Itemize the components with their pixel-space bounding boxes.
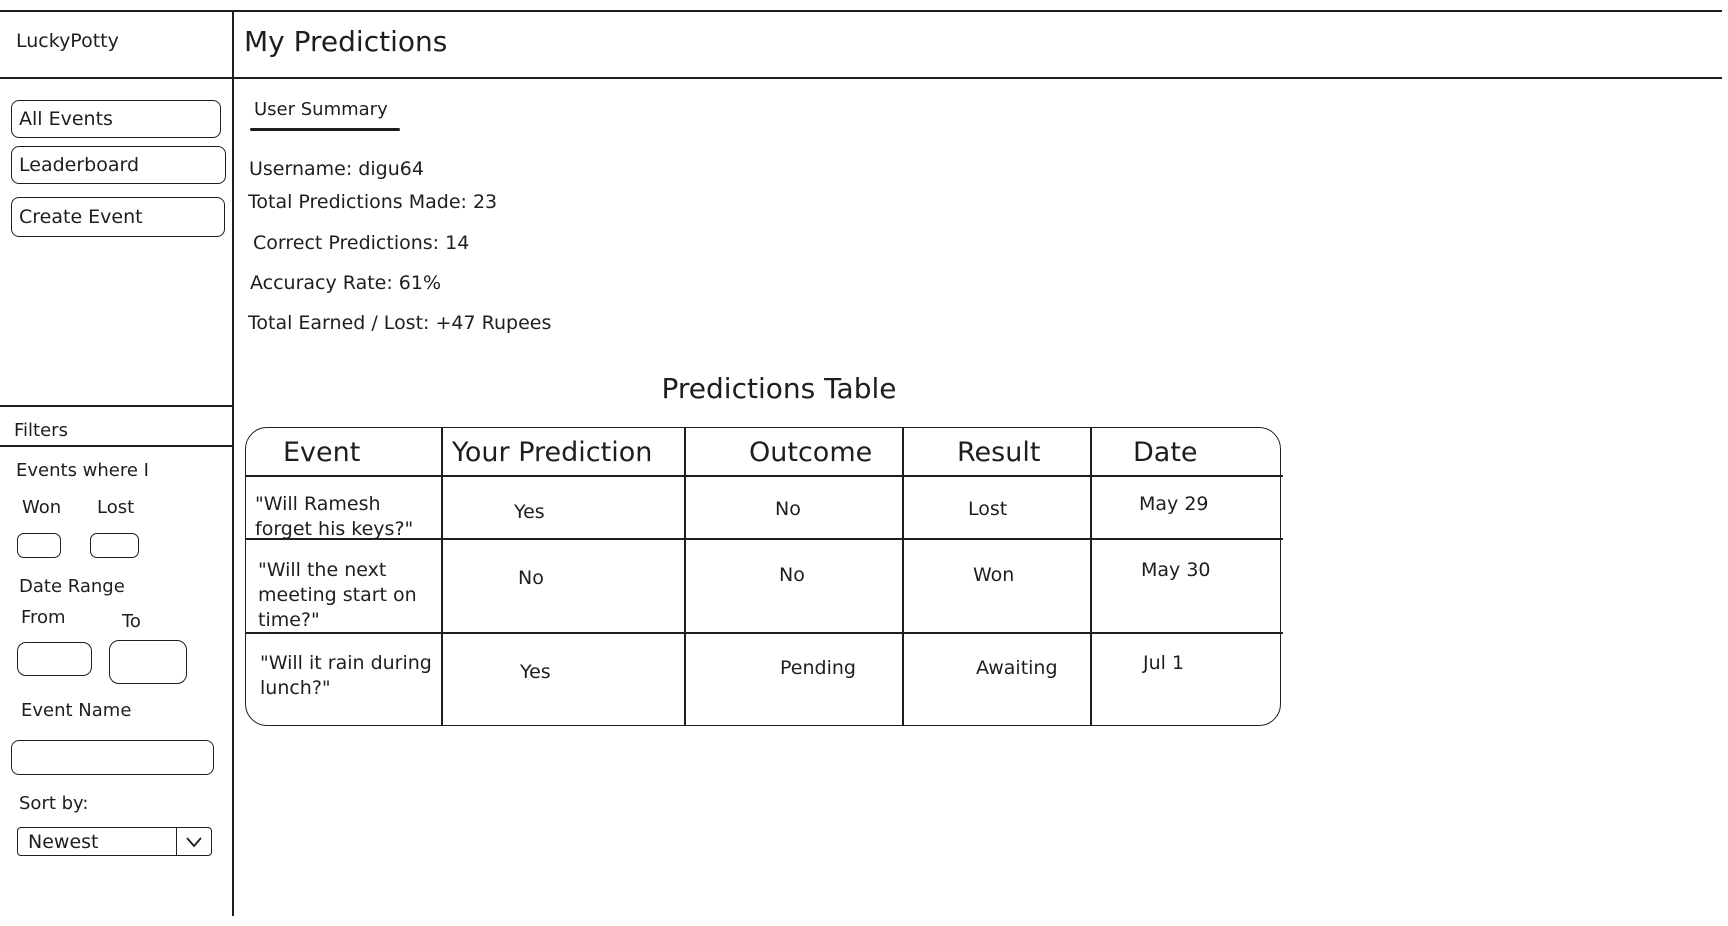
summary-username: Username: digu64 (249, 158, 424, 180)
lost-checkbox[interactable] (90, 533, 139, 558)
table-row-2-prediction: No (518, 567, 544, 589)
user-summary-tab[interactable]: User Summary (254, 99, 388, 120)
user-summary-tab-underline (250, 128, 400, 131)
date-range-label: Date Range (19, 576, 125, 597)
table-row-3-prediction: Yes (520, 661, 551, 683)
date-from-input[interactable] (17, 642, 92, 676)
sort-select[interactable]: Newest (17, 827, 212, 856)
table-col-rule-2 (684, 427, 686, 726)
predictions-table-title: Predictions Table (661, 372, 897, 405)
filters-top-divider (0, 405, 232, 407)
filters-title: Filters (14, 420, 68, 441)
nav-all-events-button[interactable]: All Events (11, 100, 221, 138)
table-row-3-date: Jul 1 (1143, 652, 1185, 674)
table-header-rule (245, 475, 1283, 477)
event-name-label: Event Name (21, 700, 132, 721)
table-row-2-event-line-1: "Will the next (258, 559, 387, 581)
table-row-1-result: Lost (968, 498, 1008, 520)
table-row-3-result: Awaiting (976, 657, 1058, 679)
table-col-rule-1 (441, 427, 443, 726)
table-row-3-event-line-2: lunch?" (260, 677, 331, 699)
table-row-1-event: "Will Ramesh forget his keys?" (255, 492, 413, 542)
table-col-rule-3 (902, 427, 904, 726)
table-row-2-event: "Will the next meeting start on time?" (258, 558, 417, 633)
nav-all-events-label: All Events (19, 108, 113, 130)
table-row-2-date: May 30 (1141, 559, 1211, 581)
table-row-1-date: May 29 (1139, 493, 1209, 515)
filters-title-divider (0, 445, 232, 447)
nav-create-event-label: Create Event (19, 206, 143, 228)
won-label: Won (22, 497, 62, 518)
won-checkbox[interactable] (17, 533, 61, 558)
table-row-3-event: "Will it rain during lunch?" (260, 651, 432, 701)
sort-by-label: Sort by: (19, 793, 89, 814)
table-col-rule-4 (1090, 427, 1092, 726)
table-row-3-outcome: Pending (780, 657, 856, 679)
header-outcome: Outcome (749, 437, 873, 468)
table-row-1-event-line-2: forget his keys?" (255, 518, 414, 540)
lost-label: Lost (97, 497, 135, 518)
header-your-prediction: Your Prediction (452, 437, 653, 468)
nav-create-event-button[interactable]: Create Event (11, 197, 225, 237)
header-date: Date (1133, 437, 1198, 468)
app-logo: LuckyPotty (16, 30, 119, 52)
table-row-1-outcome: No (775, 498, 801, 520)
chevron-down-icon[interactable] (176, 828, 211, 855)
summary-total-predictions: Total Predictions Made: 23 (248, 191, 498, 213)
summary-accuracy: Accuracy Rate: 61% (250, 272, 442, 294)
table-row-2-event-line-3: time?" (258, 609, 320, 631)
sidebar-divider (232, 10, 234, 916)
table-row-1-event-line-1: "Will Ramesh (255, 493, 381, 515)
nav-leaderboard-button[interactable]: Leaderboard (11, 146, 226, 184)
summary-earned-lost: Total Earned / Lost: +47 Rupees (248, 312, 552, 334)
table-row-3-event-line-1: "Will it rain during (260, 652, 432, 674)
page-title: My Predictions (244, 25, 448, 58)
nav-leaderboard-label: Leaderboard (19, 154, 140, 176)
header-result: Result (957, 437, 1041, 468)
summary-correct-predictions: Correct Predictions: 14 (253, 232, 470, 254)
table-row-2-event-line-2: meeting start on (258, 584, 417, 606)
from-label: From (21, 607, 66, 628)
top-border (0, 10, 1722, 12)
table-row-1-prediction: Yes (514, 501, 545, 523)
header-divider (0, 77, 1722, 79)
header-event: Event (283, 437, 361, 468)
sort-select-value: Newest (28, 830, 99, 853)
table-row-2-outcome: No (779, 564, 805, 586)
events-where-label: Events where I (16, 460, 149, 481)
table-row-2-result: Won (973, 564, 1015, 586)
event-name-input[interactable] (11, 740, 214, 775)
to-label: To (122, 611, 141, 632)
date-to-input[interactable] (109, 640, 187, 684)
